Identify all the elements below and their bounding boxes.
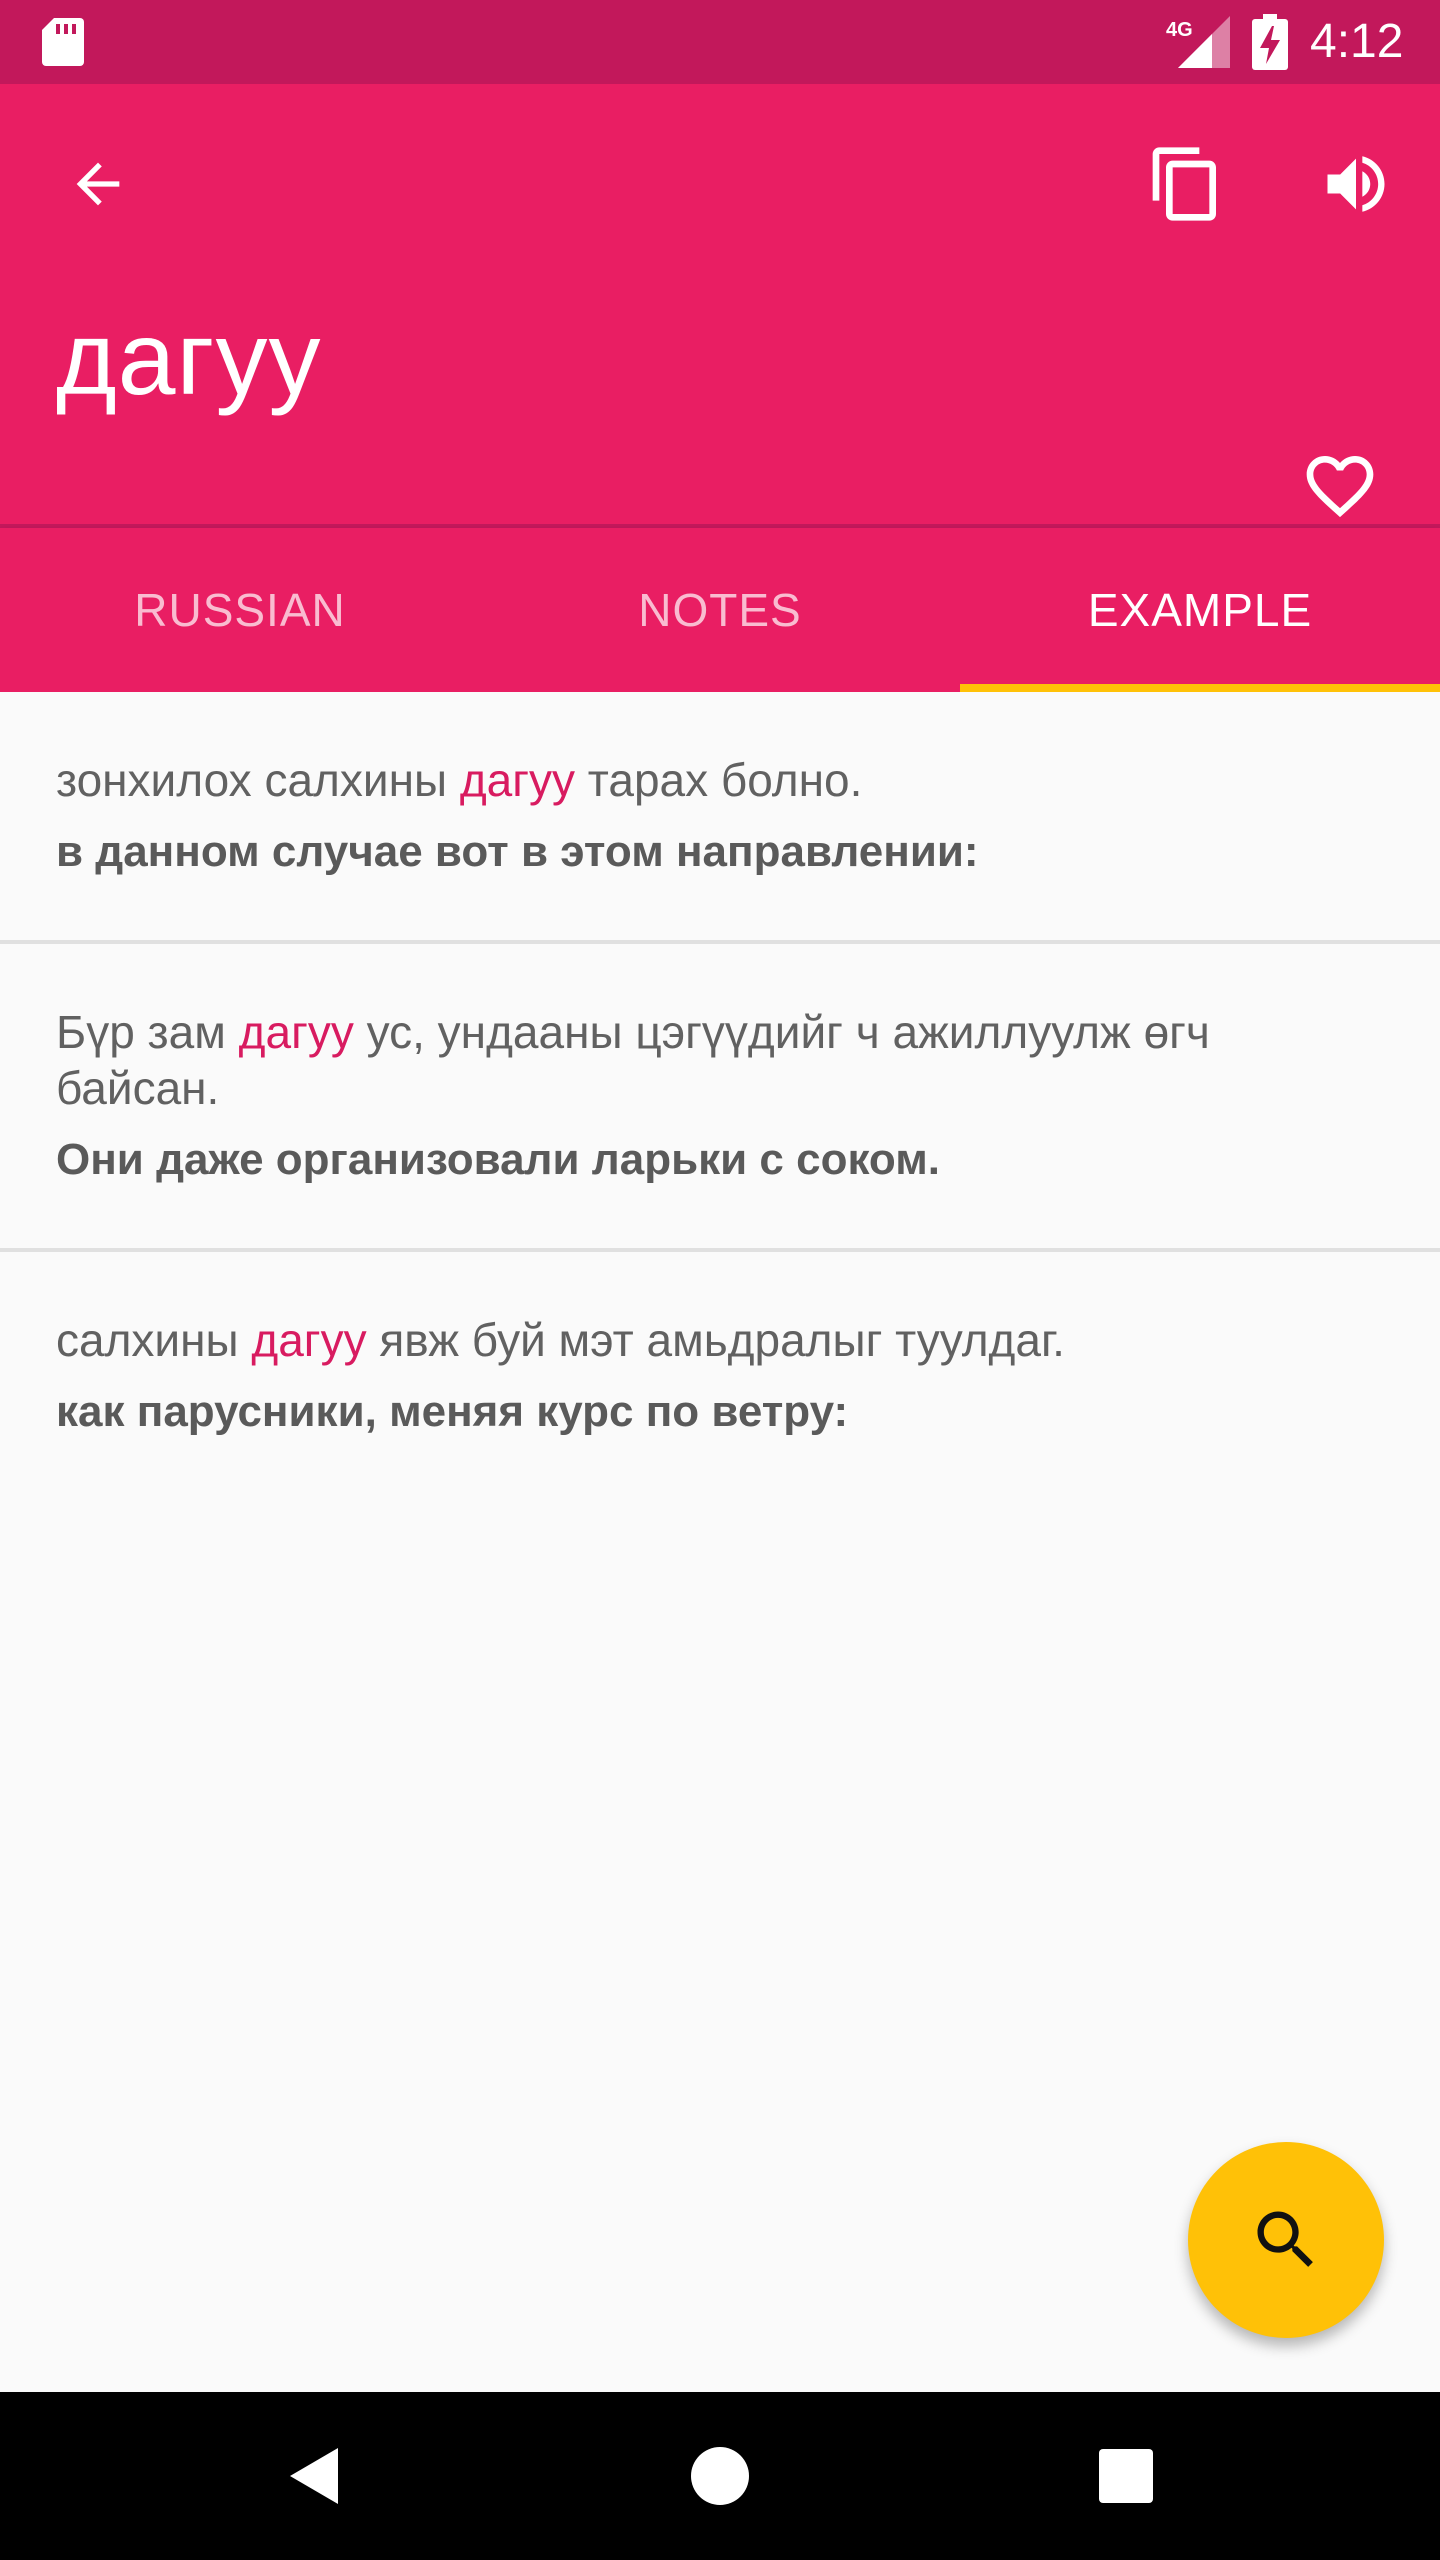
nav-recents-button[interactable]	[1076, 2426, 1176, 2526]
tab-notes[interactable]: NOTES	[480, 528, 960, 692]
sd-card-icon	[42, 18, 84, 66]
square-recents-icon	[1099, 2449, 1153, 2503]
svg-text:4G: 4G	[1166, 19, 1193, 41]
example-source: зонхилох салхины дагуу тарах болно.	[56, 752, 1384, 808]
copy-button[interactable]	[1136, 134, 1236, 234]
source-text: зонхилох салхины	[56, 754, 460, 806]
word-title: дагуу	[56, 301, 322, 417]
list-item[interactable]: салхины дагуу явж буй мэт амьдралыг туул…	[0, 1252, 1440, 1500]
highlighted-word: дагуу	[459, 754, 576, 806]
volume-up-icon	[1327, 156, 1385, 212]
app-screen: 4G 4:12 дагуу RUSSIAN NOTES EXAMPLE зонх…	[0, 0, 1440, 2560]
nav-home-button[interactable]	[670, 2426, 770, 2526]
source-text: салхины	[56, 1314, 252, 1366]
source-text: Бүр зам	[56, 1006, 239, 1058]
example-translation: Они даже организовали ларьки с соком.	[56, 1135, 940, 1184]
favorite-button[interactable]	[1290, 436, 1390, 536]
arrow-back-icon	[76, 162, 120, 206]
app-bar: дагуу	[0, 84, 1440, 528]
tab-bar: RUSSIAN NOTES EXAMPLE	[0, 528, 1440, 692]
speak-button[interactable]	[1306, 134, 1406, 234]
tab-example[interactable]: EXAMPLE	[960, 528, 1440, 692]
search-fab[interactable]	[1188, 2142, 1384, 2338]
list-item[interactable]: зонхилох салхины дагуу тарах болно. в да…	[0, 692, 1440, 944]
examples-list: зонхилох салхины дагуу тарах болно. в да…	[0, 692, 1440, 1500]
status-bar: 4G 4:12	[0, 0, 1440, 84]
example-source: Бүр зам дагуу ус, ундааны цэгүүдийг ч аж…	[56, 1004, 1384, 1116]
example-translation: в данном случае вот в этом направлении:	[56, 827, 979, 876]
search-icon	[1257, 2211, 1313, 2267]
status-time: 4:12	[1310, 15, 1404, 68]
nav-back-button[interactable]	[266, 2426, 366, 2526]
triangle-back-icon	[290, 2448, 338, 2504]
circle-home-icon	[691, 2447, 749, 2505]
heart-outline-icon	[1306, 456, 1374, 518]
highlighted-word: дагуу	[251, 1314, 367, 1366]
example-source: салхины дагуу явж буй мэт амьдралыг туул…	[56, 1312, 1384, 1368]
list-item[interactable]: Бүр зам дагуу ус, ундааны цэгүүдийг ч аж…	[0, 944, 1440, 1252]
back-button[interactable]	[48, 134, 148, 234]
battery-charging-icon	[1252, 14, 1288, 70]
example-translation: как парусники, меняя курс по ветру:	[56, 1387, 849, 1436]
system-nav-bar	[0, 2392, 1440, 2560]
copy-icon	[1152, 147, 1216, 221]
source-text: тарах болно.	[575, 754, 863, 806]
tab-russian[interactable]: RUSSIAN	[0, 528, 480, 692]
signal-icon: 4G	[1166, 16, 1230, 68]
highlighted-word: дагуу	[238, 1006, 354, 1058]
source-text: явж буй мэт амьдралыг туулдаг.	[366, 1314, 1065, 1366]
